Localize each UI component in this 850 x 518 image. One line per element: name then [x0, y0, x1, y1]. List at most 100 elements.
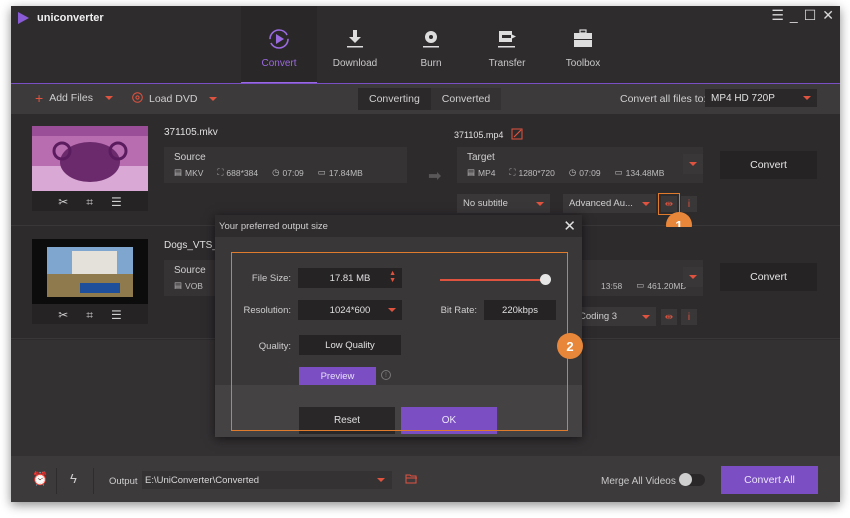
compress-button[interactable]: ⇹ [658, 193, 680, 215]
bottom-bar: ⏰ ϟ Output E:\UniConverter\Converted Mer… [11, 456, 840, 502]
output-path-select[interactable]: E:\UniConverter\Converted [142, 471, 392, 489]
source-title: Source [174, 152, 206, 163]
dialog-footer [215, 385, 582, 437]
preview-button[interactable]: Preview [299, 367, 376, 385]
output-format-select[interactable]: MP4 HD 720P [705, 89, 817, 107]
convert-button[interactable]: Convert [720, 263, 817, 291]
tab-converting[interactable]: Converting [358, 88, 431, 110]
video-thumbnail[interactable]: ✂ ⌗ ☰ [32, 126, 148, 211]
target-size: ▭ 134.48MB [614, 167, 665, 178]
thumbnail-tools: ✂ ⌗ ☰ [32, 306, 148, 324]
ok-button[interactable]: OK [401, 407, 497, 434]
resolution-icon: ⛶ [217, 167, 224, 177]
effects-icon[interactable]: ☰ [111, 308, 122, 322]
film-icon: ▤ [174, 280, 183, 290]
bitrate-label: Bit Rate: [440, 305, 477, 316]
trim-icon[interactable]: ✂ [58, 308, 68, 322]
close-icon[interactable]: ✕ [563, 217, 576, 235]
edit-icon[interactable] [511, 128, 523, 142]
compress-icon: ⇹ [664, 311, 674, 323]
toolbox-icon [573, 28, 593, 50]
lightning-icon[interactable]: ϟ [70, 471, 77, 486]
resolution-icon: ⛶ [509, 167, 516, 177]
chevron-down-icon [388, 308, 396, 312]
app-logo: uniconverter [18, 12, 104, 24]
audio-select[interactable]: Advanced Au... [563, 194, 656, 213]
alarm-icon[interactable]: ⏰ [32, 471, 48, 487]
menu-icon[interactable]: ☰ [771, 8, 784, 22]
tab-transfer[interactable]: Transfer [469, 6, 545, 84]
source-info: Source ▤ MKV ⛶ 688*384 ◷ 07:09 ▭ 17.84MB [164, 147, 407, 183]
chevron-down-icon [803, 96, 811, 100]
audio-value: Advanced Au... [569, 198, 633, 209]
close-icon[interactable]: ✕ [822, 8, 834, 22]
effects-icon[interactable]: ☰ [111, 195, 122, 209]
subtitle-select[interactable]: No subtitle [457, 194, 550, 213]
folder-icon: ▭ [636, 280, 645, 290]
plus-icon: + [35, 90, 44, 106]
info-icon: i [687, 198, 691, 210]
target-duration: 13:58 [601, 280, 623, 291]
source-format: ▤ VOB [174, 280, 203, 291]
target-format: ▤ MP4 [467, 167, 496, 178]
target-info: Target ▤ MP4 ⛶ 1280*720 ◷ 07:09 ▭ 134.48MB [457, 147, 703, 183]
reset-button[interactable]: Reset [299, 407, 395, 434]
transfer-icon [497, 28, 517, 50]
main-nav: Convert Download Burn Transfer Toolbox [241, 6, 621, 84]
convert-all-button[interactable]: Convert All [721, 466, 818, 494]
source-duration: ◷ 07:09 [272, 167, 304, 178]
target-filename-row: 371105.mp4 [454, 128, 523, 142]
convert-button[interactable]: Convert [720, 151, 817, 179]
chevron-down-icon [536, 201, 544, 206]
tab-convert[interactable]: Convert [241, 6, 317, 84]
file-size-slider[interactable] [440, 279, 545, 281]
app-window: uniconverter ☰ _ ☐ ✕ Convert Download Bu… [11, 6, 840, 502]
load-dvd-dropdown-icon[interactable] [209, 97, 218, 101]
tab-download[interactable]: Download [317, 6, 393, 84]
file-size-input[interactable]: 17.81 MB ▲ ▼ [298, 268, 402, 288]
crop-icon[interactable]: ⌗ [86, 308, 93, 323]
maximize-icon[interactable]: ☐ [804, 8, 817, 22]
trim-icon[interactable]: ✂ [58, 195, 68, 209]
info-button[interactable]: i [681, 196, 697, 212]
target-filename: 371105.mp4 [454, 130, 504, 140]
load-dvd-button[interactable]: Load DVD [132, 92, 218, 106]
tab-burn-label: Burn [420, 58, 442, 69]
film-icon: ▤ [174, 167, 183, 177]
download-icon [346, 28, 364, 50]
dvd-icon [132, 92, 143, 106]
video-thumbnail[interactable]: ✂ ⌗ ☰ [32, 239, 148, 324]
film-icon: ▤ [467, 167, 476, 177]
window-controls: ☰ _ ☐ ✕ [771, 8, 834, 22]
tab-converted[interactable]: Converted [431, 88, 501, 110]
tab-toolbox[interactable]: Toolbox [545, 6, 621, 84]
add-files-dropdown-icon[interactable] [104, 96, 113, 100]
compress-button[interactable]: ⇹ [661, 309, 677, 325]
crop-icon[interactable]: ⌗ [86, 195, 93, 210]
add-files-button[interactable]: + Add Files [35, 90, 113, 106]
info-button[interactable]: i [681, 309, 697, 325]
divider [93, 468, 94, 494]
output-format-value: MP4 HD 720P [711, 92, 775, 104]
quality-value: Low Quality [325, 339, 375, 351]
clock-icon: ◷ [568, 167, 577, 177]
merge-videos-toggle[interactable] [679, 473, 705, 486]
quality-label: Quality: [258, 341, 291, 352]
target-settings-dropdown[interactable] [683, 154, 703, 174]
target-settings-dropdown[interactable] [683, 267, 703, 287]
file-size-label: File Size: [251, 273, 291, 284]
info-icon[interactable]: ! [381, 370, 391, 380]
quality-field[interactable]: Low Quality [299, 335, 401, 355]
minimize-icon[interactable]: _ [790, 8, 798, 22]
output-path-value: E:\UniConverter\Converted [145, 474, 260, 486]
thumbnail-image [32, 126, 148, 191]
logo-icon [18, 12, 29, 24]
target-duration: ◷ 07:09 [568, 167, 601, 178]
slider-handle[interactable] [540, 274, 551, 285]
bitrate-field[interactable]: 220kbps [484, 300, 556, 320]
open-folder-icon[interactable] [405, 473, 418, 487]
tab-burn[interactable]: Burn [393, 6, 469, 84]
resolution-select[interactable]: 1024*600 [298, 300, 402, 320]
stepper-icon[interactable]: ▲ ▼ [389, 270, 396, 284]
load-dvd-label: Load DVD [149, 93, 198, 105]
